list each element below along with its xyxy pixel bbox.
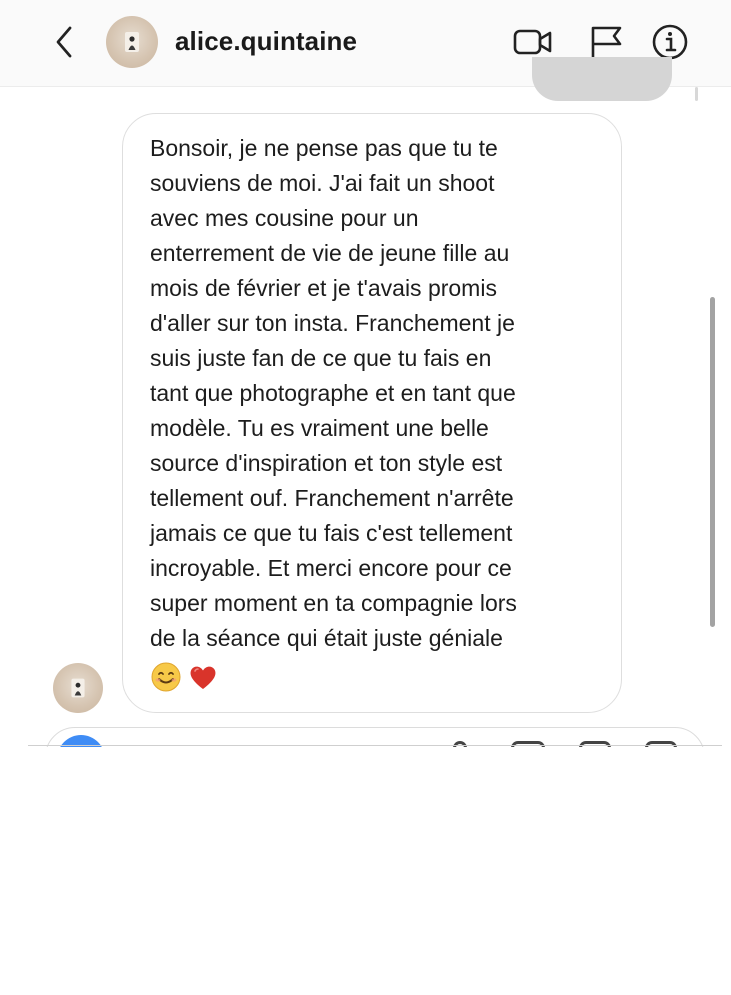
previous-sent-message[interactable] [532,57,672,101]
scroll-indicator [695,87,698,101]
video-camera-icon[interactable] [512,22,556,62]
gallery-icon[interactable] [511,741,545,747]
message-text-line: Bonsoir, je ne pense pas que tu te [150,135,498,161]
message-thread[interactable]: Bonsoir, je ne pense pas que tu te souvi… [0,57,731,747]
smiling-face-emoji [151,662,181,692]
profile-photo [125,32,139,52]
plus-icon[interactable] [645,741,677,747]
chevron-left-icon[interactable] [50,22,78,62]
message-text-line: incroyable. Et merci encore pour ce [150,555,512,581]
sticker-icon[interactable] [579,741,611,747]
message-text-line: d'aller sur ton insta. Franchement je [150,310,515,336]
profile-photo [71,678,85,698]
message-text-line: enterrement de vie de jeune fille au [150,240,510,266]
message-text-line: jamais ce que tu fais c'est tellement [150,520,513,546]
avatar[interactable] [106,16,158,68]
message-text-line: souviens de moi. J'ai fait un shoot [150,170,495,196]
info-icon[interactable] [648,22,692,62]
message-text-line: mois de février et je t'avais promis [150,275,497,301]
flag-icon[interactable] [586,22,630,62]
message-text-line: super moment en ta compagnie lors [150,590,517,616]
message-composer[interactable] [45,727,705,747]
message-text-line: modèle. Tu es vraiment une belle [150,415,489,441]
scrollbar[interactable] [710,297,715,627]
username[interactable]: alice.quintaine [175,26,357,57]
message-text-line: tellement ouf. Franchement n'arrête [150,485,514,511]
red-heart-emoji [190,666,216,689]
message-text-line: suis juste fan de ce que tu fais en [150,345,492,371]
crop-divider [28,745,722,746]
sender-avatar[interactable] [53,663,103,713]
message-text-line: tant que photographe et en tant que [150,380,516,406]
message-text-line: source d'inspiration et ton style est [150,450,503,476]
message-text-line: de la séance qui était juste géniale [150,625,503,651]
message-text-line: avec mes cousine pour un [150,205,419,231]
